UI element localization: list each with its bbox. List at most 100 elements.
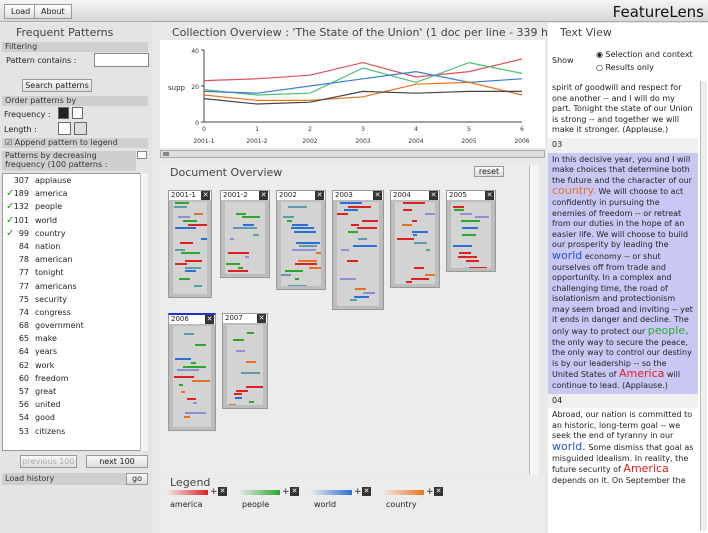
document-line-strip[interactable] (337, 202, 379, 306)
legend-remove-icon[interactable]: ✕ (362, 487, 371, 496)
pattern-row[interactable]: 74 congress (3, 306, 147, 319)
close-icon[interactable]: ✕ (205, 315, 214, 324)
document-thumbnail[interactable]: 2001-2 ✕ (220, 190, 270, 278)
document-line-strip[interactable] (395, 202, 435, 284)
document-line-strip[interactable] (227, 325, 263, 405)
load-button[interactable]: Load (4, 4, 38, 19)
pattern-row[interactable]: ✓ 132 people (3, 200, 147, 213)
y-tick-label: 20 (191, 84, 199, 91)
pattern-highlight-mark (175, 227, 196, 230)
close-icon[interactable]: ✕ (373, 191, 382, 200)
document-thumbnail[interactable]: 2004 ✕ (390, 190, 440, 288)
scrollbar-thumb[interactable] (163, 152, 169, 156)
pattern-search-input[interactable] (94, 53, 149, 67)
document-axis-label: 2005 (461, 138, 476, 145)
pattern-highlight-mark (462, 227, 478, 230)
highlight-people: people, (647, 324, 689, 338)
pattern-highlight-mark (174, 376, 194, 379)
document-line-strip[interactable] (281, 202, 321, 286)
document-thumbnail[interactable]: 2006 ✕ (168, 313, 216, 431)
legend-add-icon[interactable]: + (426, 487, 434, 497)
pattern-highlight-mark (425, 212, 435, 215)
close-icon[interactable]: ✕ (201, 191, 210, 200)
list-scroll-up-icon[interactable] (137, 151, 147, 159)
legend-label: world (314, 500, 337, 509)
sort-length-desc-icon[interactable] (74, 122, 87, 135)
pattern-highlight-mark (402, 223, 412, 226)
pattern-highlight-mark (226, 263, 240, 266)
close-icon[interactable]: ✕ (259, 191, 268, 200)
pattern-row[interactable]: 77 tonight (3, 266, 147, 279)
document-thumbnail[interactable]: 2007 ✕ (222, 313, 268, 409)
text-view-panel: Text View Show ◉ Selection and context ○… (548, 23, 708, 533)
highlighted-paragraph: In this decisive year, you and I will ma… (548, 152, 698, 394)
pattern-row[interactable]: 54 good (3, 411, 147, 424)
pattern-highlight-mark (246, 386, 263, 389)
pattern-list-scrollbar[interactable] (140, 173, 148, 451)
pattern-highlight-mark (183, 365, 206, 368)
pattern-row[interactable]: 60 freedom (3, 372, 147, 385)
selection-context-radio[interactable]: ◉ Selection and context (596, 50, 693, 59)
append-legend-row[interactable]: ☑ Append pattern to legend (2, 138, 148, 148)
pattern-row[interactable]: 53 citizens (3, 425, 147, 438)
sort-length-asc-icon[interactable] (58, 122, 71, 135)
pattern-contains-label: Pattern contains : (6, 56, 77, 65)
legend-remove-icon[interactable]: ✕ (218, 487, 227, 496)
close-icon[interactable]: ✕ (429, 191, 438, 200)
document-thumbnail[interactable]: 2003 ✕ (332, 190, 384, 310)
pattern-row[interactable]: 62 work (3, 359, 147, 372)
about-button[interactable]: About (34, 4, 72, 19)
sort-frequency-desc-icon[interactable] (58, 107, 69, 119)
close-icon[interactable]: ✕ (257, 314, 266, 323)
pattern-highlight-mark (174, 205, 187, 208)
pattern-highlight-mark (403, 202, 425, 204)
pattern-row[interactable]: 56 united (3, 398, 147, 411)
pattern-row[interactable]: 84 nation (3, 240, 147, 253)
pattern-row[interactable]: 77 americans (3, 280, 147, 293)
pattern-highlight-mark (175, 263, 187, 266)
pattern-highlight-mark (246, 361, 256, 363)
pattern-row[interactable]: ✓ 99 country (3, 227, 147, 240)
pattern-highlight-mark (178, 216, 190, 219)
radio-selected-icon: ◉ (596, 50, 606, 59)
pattern-highlight-mark (179, 383, 183, 386)
x-tick-label: 3 (361, 126, 365, 133)
document-thumbnail[interactable]: 2001-1 ✕ (168, 190, 212, 298)
pattern-row[interactable]: 307 applause (3, 174, 147, 187)
document-line-strip[interactable] (225, 202, 265, 274)
legend-add-icon[interactable]: + (210, 487, 218, 497)
pattern-row[interactable]: 57 great (3, 385, 147, 398)
text-view-scrollbar[interactable] (700, 81, 707, 531)
close-icon[interactable]: ✕ (485, 191, 494, 200)
previous-100-button[interactable]: previous 100 (20, 455, 77, 468)
chart-horizontal-scrollbar[interactable] (160, 150, 545, 158)
pattern-row[interactable]: 68 government (3, 319, 147, 332)
pattern-row[interactable]: 75 security (3, 293, 147, 306)
legend-add-icon[interactable]: + (354, 487, 362, 497)
reset-button[interactable]: reset (474, 166, 504, 177)
pattern-highlight-mark (296, 241, 320, 244)
pattern-row[interactable]: 65 make (3, 332, 147, 345)
search-patterns-button[interactable]: Search patterns (22, 79, 92, 92)
pattern-row[interactable]: ✓ 189 america (3, 187, 147, 200)
checkbox-icon[interactable]: ☑ (5, 138, 15, 147)
pattern-row[interactable]: 78 american (3, 253, 147, 266)
pattern-row[interactable]: ✓ 101 world (3, 214, 147, 227)
legend-remove-icon[interactable]: ✕ (290, 487, 299, 496)
pattern-highlight-mark (475, 216, 489, 219)
legend-remove-icon[interactable]: ✕ (434, 487, 443, 496)
next-100-button[interactable]: next 100 (86, 455, 148, 468)
pattern-row[interactable]: 64 years (3, 345, 147, 358)
document-line-strip[interactable] (173, 202, 207, 294)
legend-add-icon[interactable]: + (282, 487, 290, 497)
results-only-radio[interactable]: ○ Results only (596, 63, 654, 72)
load-history-go-button[interactable]: go (126, 473, 148, 485)
close-icon[interactable]: ✕ (315, 191, 324, 200)
pattern-highlight-mark (234, 393, 242, 396)
document-thumbnail[interactable]: 2005 ✕ (446, 190, 496, 272)
document-line-strip[interactable] (173, 326, 211, 427)
document-line-strip[interactable] (451, 202, 491, 268)
document-overview-scrollbar[interactable] (529, 165, 538, 475)
sort-frequency-asc-icon[interactable] (72, 107, 83, 119)
document-thumbnail[interactable]: 2002 ✕ (276, 190, 326, 290)
